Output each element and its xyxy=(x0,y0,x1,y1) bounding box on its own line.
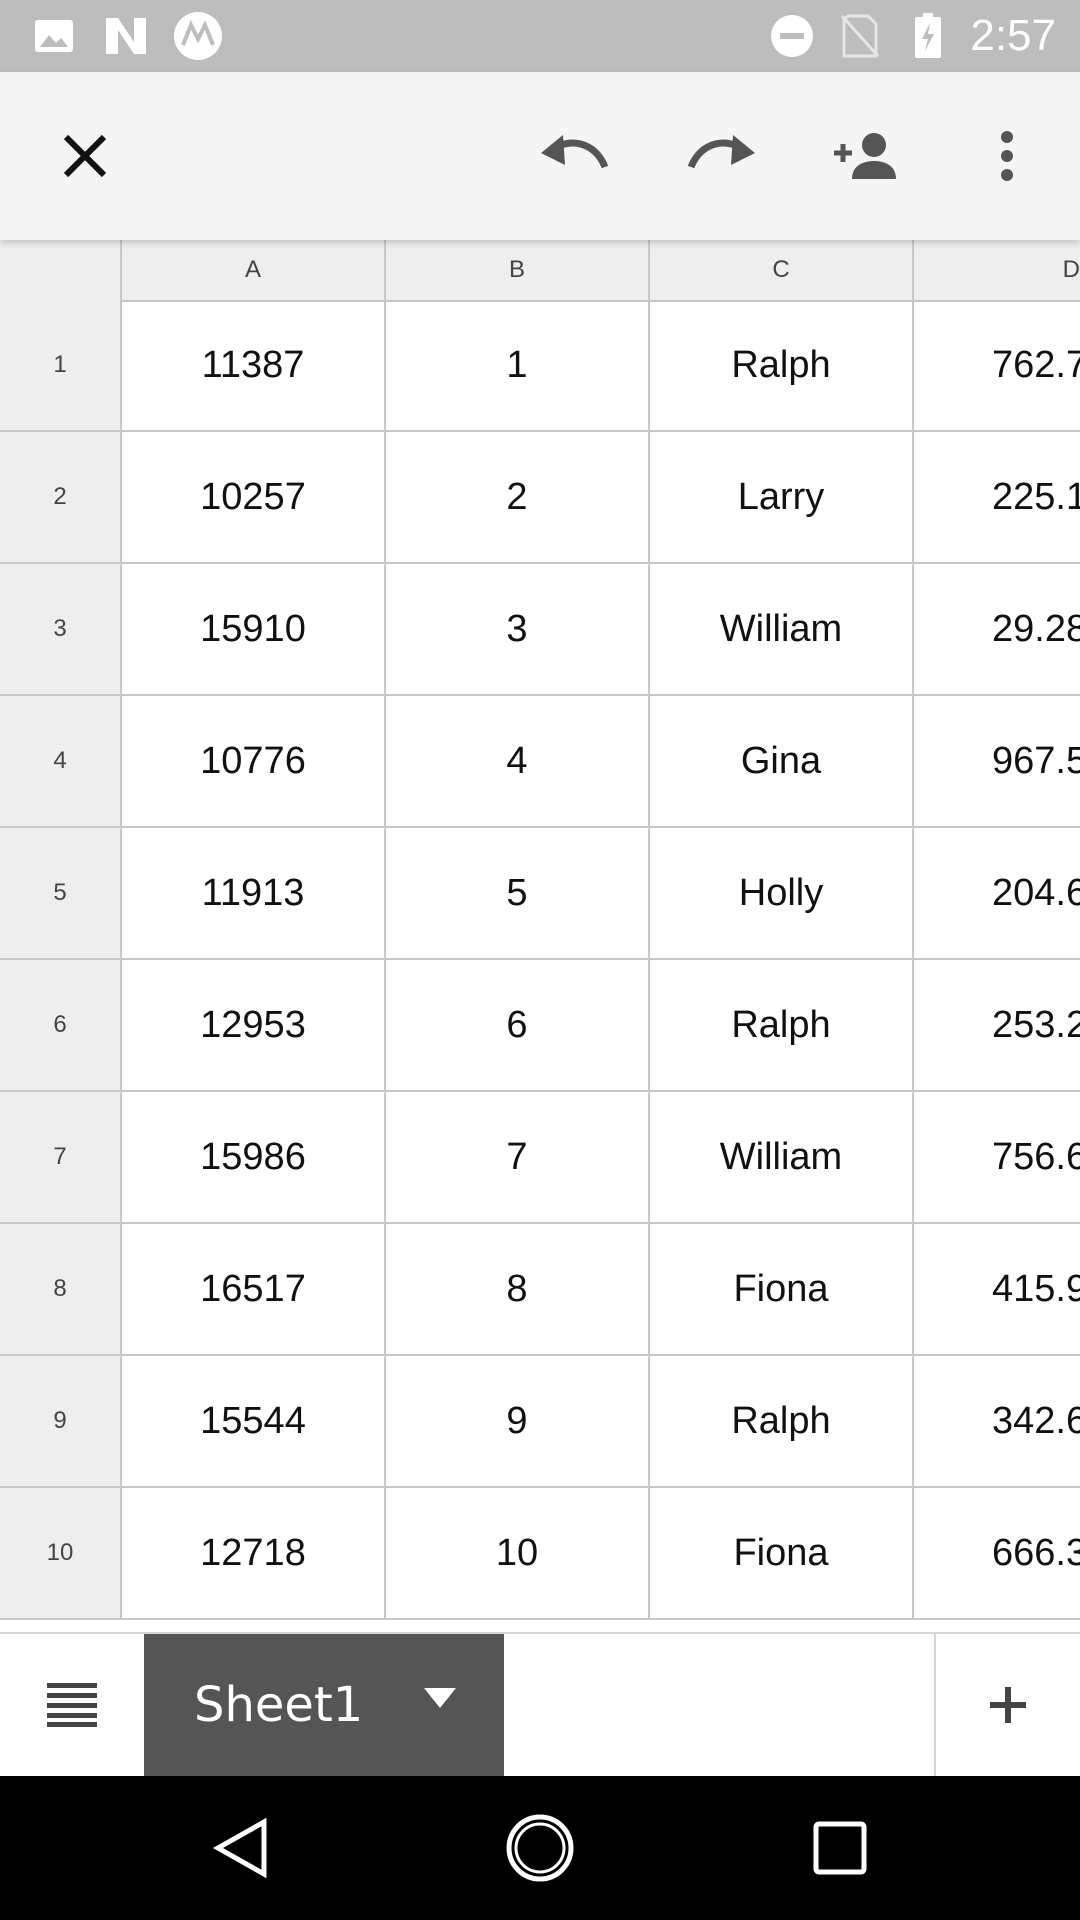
cell-d[interactable]: 756.6 xyxy=(912,1092,1080,1222)
add-person-icon[interactable] xyxy=(810,72,920,240)
row-header[interactable]: 7 xyxy=(0,1092,120,1222)
table-row: 3 15910 3 William 29.28 xyxy=(0,564,1080,696)
select-all-corner[interactable] xyxy=(0,240,120,300)
cell-a[interactable]: 15986 xyxy=(120,1092,384,1222)
row-header[interactable]: 1 xyxy=(0,300,120,430)
cell-a[interactable]: 10776 xyxy=(120,696,384,826)
battery-charging-icon xyxy=(908,0,948,72)
status-time: 2:57 xyxy=(970,11,1056,60)
row-header[interactable]: 3 xyxy=(0,564,120,694)
row-header[interactable]: 4 xyxy=(0,696,120,826)
table-row: 5 11913 5 Holly 204.6 xyxy=(0,828,1080,960)
n-logo-icon xyxy=(102,0,150,72)
cell-b[interactable]: 9 xyxy=(384,1356,648,1486)
cell-a[interactable]: 12718 xyxy=(120,1488,384,1618)
cell-b[interactable]: 5 xyxy=(384,828,648,958)
cell-d[interactable]: 253.2 xyxy=(912,960,1080,1090)
row-header[interactable]: 5 xyxy=(0,828,120,958)
table-row: 6 12953 6 Ralph 253.2 xyxy=(0,960,1080,1092)
cell-d[interactable]: 225.1 xyxy=(912,432,1080,562)
cell-b[interactable]: 2 xyxy=(384,432,648,562)
cell-a[interactable]: 15910 xyxy=(120,564,384,694)
no-sim-icon xyxy=(836,0,884,72)
table-row: 9 15544 9 Ralph 342.6 xyxy=(0,1356,1080,1488)
cell-d[interactable]: 204.6 xyxy=(912,828,1080,958)
undo-icon[interactable] xyxy=(520,72,630,240)
sheet-tab-label: Sheet1 xyxy=(194,1677,364,1733)
cell-c[interactable]: Ralph xyxy=(648,1356,912,1486)
recents-icon[interactable] xyxy=(760,1776,920,1920)
table-row: 1 11387 1 Ralph 762.7 xyxy=(0,300,1080,432)
back-icon[interactable] xyxy=(160,1776,320,1920)
row-header[interactable]: 9 xyxy=(0,1356,120,1486)
cell-d[interactable]: 415.9 xyxy=(912,1224,1080,1354)
cell-b[interactable]: 8 xyxy=(384,1224,648,1354)
cell-a[interactable]: 10257 xyxy=(120,432,384,562)
column-header-row: A B C D xyxy=(0,240,1080,302)
column-header-a[interactable]: A xyxy=(120,240,384,300)
row-header[interactable]: 2 xyxy=(0,432,120,562)
row-header[interactable]: 10 xyxy=(0,1488,120,1618)
sheets-list-icon[interactable] xyxy=(0,1634,144,1776)
cell-b[interactable]: 10 xyxy=(384,1488,648,1618)
redo-icon[interactable] xyxy=(666,72,776,240)
more-vert-icon[interactable] xyxy=(952,72,1062,240)
spreadsheet-grid[interactable]: A B C D 1 11387 1 Ralph 762.7 2 10257 2 Larry 225… xyxy=(0,240,1080,1632)
close-icon[interactable] xyxy=(30,72,140,240)
motorola-logo-icon xyxy=(172,0,224,72)
table-row: 7 15986 7 William 756.6 xyxy=(0,1092,1080,1224)
column-header-d[interactable]: D xyxy=(912,240,1080,300)
add-sheet-button[interactable] xyxy=(934,1634,1080,1776)
table-row: 4 10776 4 Gina 967.5 xyxy=(0,696,1080,828)
cell-b[interactable]: 4 xyxy=(384,696,648,826)
cell-b[interactable]: 1 xyxy=(384,300,648,430)
sheet-tab-active[interactable]: Sheet1 xyxy=(144,1634,504,1776)
cell-c[interactable]: William xyxy=(648,564,912,694)
cell-c[interactable]: William xyxy=(648,1092,912,1222)
cell-d[interactable]: 967.5 xyxy=(912,696,1080,826)
table-row: 2 10257 2 Larry 225.1 xyxy=(0,432,1080,564)
cell-c[interactable]: Fiona xyxy=(648,1488,912,1618)
sheet-dropdown-icon[interactable] xyxy=(424,1688,456,1713)
cell-c[interactable]: Ralph xyxy=(648,960,912,1090)
cell-a[interactable]: 16517 xyxy=(120,1224,384,1354)
cell-d[interactable]: 29.28 xyxy=(912,564,1080,694)
cell-c[interactable]: Gina xyxy=(648,696,912,826)
row-header[interactable]: 8 xyxy=(0,1224,120,1354)
cell-c[interactable]: Ralph xyxy=(648,300,912,430)
image-icon xyxy=(32,0,76,72)
sheet-bar: Sheet1 xyxy=(0,1632,1080,1776)
cell-d[interactable]: 666.3 xyxy=(912,1488,1080,1618)
status-bar: 2:57 xyxy=(0,0,1080,72)
column-header-c[interactable]: C xyxy=(648,240,912,300)
cell-b[interactable]: 7 xyxy=(384,1092,648,1222)
row-header[interactable]: 6 xyxy=(0,960,120,1090)
cell-c[interactable]: Fiona xyxy=(648,1224,912,1354)
column-header-b[interactable]: B xyxy=(384,240,648,300)
cell-a[interactable]: 11387 xyxy=(120,300,384,430)
plus-icon xyxy=(990,1687,1026,1723)
table-row: 8 16517 8 Fiona 415.9 xyxy=(0,1224,1080,1356)
cell-d[interactable]: 342.6 xyxy=(912,1356,1080,1486)
cell-a[interactable]: 12953 xyxy=(120,960,384,1090)
table-row: 10 12718 10 Fiona 666.3 xyxy=(0,1488,1080,1620)
cell-b[interactable]: 6 xyxy=(384,960,648,1090)
cell-b[interactable]: 3 xyxy=(384,564,648,694)
cell-a[interactable]: 15544 xyxy=(120,1356,384,1486)
cell-c[interactable]: Larry xyxy=(648,432,912,562)
toolbar xyxy=(0,72,1080,240)
do-not-disturb-icon xyxy=(768,0,816,72)
cell-a[interactable]: 11913 xyxy=(120,828,384,958)
navigation-bar xyxy=(0,1776,1080,1920)
cell-c[interactable]: Holly xyxy=(648,828,912,958)
home-icon[interactable] xyxy=(460,1776,620,1920)
cell-d[interactable]: 762.7 xyxy=(912,300,1080,430)
